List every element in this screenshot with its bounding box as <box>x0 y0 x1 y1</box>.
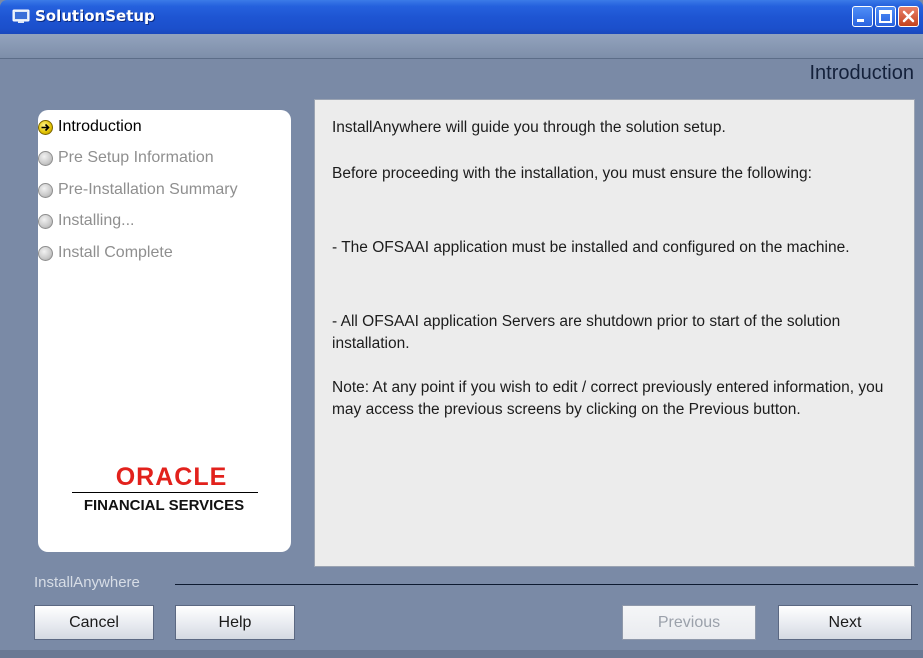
next-button[interactable]: Next <box>778 605 912 640</box>
maximize-icon <box>879 10 892 23</box>
page-title: Introduction <box>809 62 914 84</box>
close-button[interactable] <box>898 6 919 27</box>
footer-label: InstallAnywhere <box>34 574 140 591</box>
title-bar[interactable]: SolutionSetup <box>0 0 923 34</box>
header-band <box>0 34 923 59</box>
logo-tagline: FINANCIAL SERVICES <box>83 497 245 514</box>
close-icon <box>902 10 915 23</box>
window-title: SolutionSetup <box>35 7 155 25</box>
pending-step-icon <box>38 183 53 198</box>
header-area <box>0 59 923 90</box>
requirement-item: - The OFSAAI application must be install… <box>332 239 850 256</box>
oracle-logo: ORACLE <box>115 463 228 491</box>
pending-step-icon <box>38 246 53 261</box>
step-pre-installation-summary: Pre-Installation Summary <box>38 180 291 202</box>
installer-window: SolutionSetup Introduction Introduction … <box>0 0 923 658</box>
step-label: Pre-Installation Summary <box>58 181 238 198</box>
step-label: Introduction <box>58 118 142 135</box>
requirements-paragraph: Before proceeding with the installation,… <box>332 165 812 182</box>
step-introduction: Introduction <box>38 117 291 139</box>
maximize-button[interactable] <box>875 6 896 27</box>
step-installing: Installing... <box>38 211 291 233</box>
footer-divider <box>175 584 918 585</box>
pending-step-icon <box>38 214 53 229</box>
intro-paragraph: InstallAnywhere will guide you through t… <box>332 119 726 136</box>
step-pre-setup-information: Pre Setup Information <box>38 148 291 170</box>
step-label: Install Complete <box>58 244 173 261</box>
cancel-button[interactable]: Cancel <box>34 605 154 640</box>
content-panel: InstallAnywhere will guide you through t… <box>314 99 915 567</box>
current-step-arrow-icon <box>38 120 53 135</box>
minimize-icon <box>857 19 864 22</box>
step-label: Installing... <box>58 212 135 229</box>
step-install-complete: Install Complete <box>38 243 291 265</box>
requirement-item: - All OFSAAI application Servers are shu… <box>332 313 841 352</box>
logo-divider <box>72 492 258 493</box>
app-icon <box>12 9 30 23</box>
note-paragraph: Note: At any point if you wish to edit /… <box>332 379 884 418</box>
window-bottom-border <box>0 650 923 658</box>
minimize-button[interactable] <box>852 6 873 27</box>
steps-panel: Introduction Pre Setup Information Pre-I… <box>38 110 291 552</box>
help-button[interactable]: Help <box>175 605 295 640</box>
pending-step-icon <box>38 151 53 166</box>
previous-button[interactable]: Previous <box>622 605 756 640</box>
step-label: Pre Setup Information <box>58 149 214 166</box>
